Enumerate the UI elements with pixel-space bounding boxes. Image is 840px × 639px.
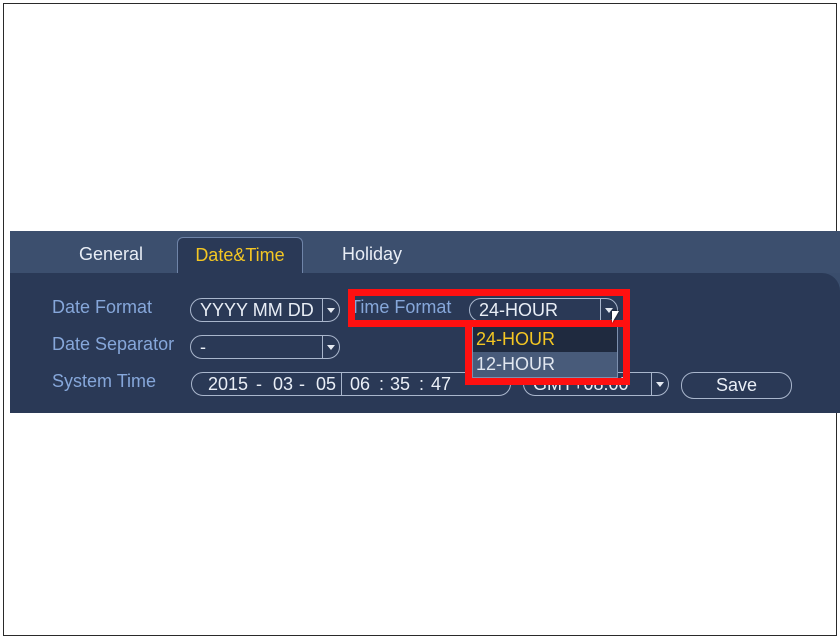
save-button[interactable]: Save bbox=[681, 372, 792, 399]
tab-holiday[interactable]: Holiday bbox=[342, 244, 402, 265]
chevron-down-icon[interactable] bbox=[322, 336, 339, 358]
date-separator-select[interactable]: - bbox=[190, 335, 340, 359]
time-colon: : bbox=[379, 374, 385, 394]
time-format-select[interactable]: 24-HOUR bbox=[469, 298, 618, 322]
time-format-option-24-hour[interactable]: 24-HOUR bbox=[473, 327, 617, 352]
chevron-down-icon[interactable] bbox=[322, 299, 339, 321]
system-time-label: System Time bbox=[52, 371, 157, 391]
date-dash: - bbox=[299, 374, 305, 394]
date-dash: - bbox=[256, 374, 262, 394]
time-colon: : bbox=[419, 374, 425, 394]
time-format-label: Time Format bbox=[350, 297, 452, 317]
datetime-content: Date Format YYYY MM DD Time Format 24-HO… bbox=[10, 273, 840, 413]
minute-field[interactable]: 35 bbox=[390, 373, 410, 395]
time-format-option-12-hour[interactable]: 12-HOUR bbox=[473, 352, 617, 377]
tab-bar: General Date&Time Holiday bbox=[10, 231, 840, 273]
date-format-select[interactable]: YYYY MM DD bbox=[190, 298, 340, 322]
time-format-dropdown: 24-HOUR 12-HOUR bbox=[472, 326, 618, 378]
chevron-down-icon[interactable] bbox=[651, 373, 668, 395]
tab-general[interactable]: General bbox=[79, 244, 143, 265]
time-format-value: 24-HOUR bbox=[479, 300, 559, 320]
date-time-divider bbox=[341, 373, 342, 395]
date-separator-value: - bbox=[200, 337, 206, 357]
second-field[interactable]: 47 bbox=[431, 373, 451, 395]
date-format-label: Date Format bbox=[52, 297, 153, 317]
hour-field[interactable]: 06 bbox=[350, 373, 370, 395]
year-field[interactable]: 2015 bbox=[208, 373, 248, 395]
day-field[interactable]: 05 bbox=[316, 373, 336, 395]
date-separator-label: Date Separator bbox=[52, 334, 175, 354]
mouse-pointer-icon bbox=[612, 311, 619, 323]
system-time-input[interactable]: 2015 - 03 - 05 06 : 35 : 47 bbox=[191, 372, 511, 396]
settings-panel: General Date&Time Holiday Date Format YY… bbox=[10, 231, 840, 413]
month-field[interactable]: 03 bbox=[273, 373, 293, 395]
date-format-value: YYYY MM DD bbox=[200, 300, 314, 320]
tab-date-time[interactable]: Date&Time bbox=[177, 237, 303, 273]
